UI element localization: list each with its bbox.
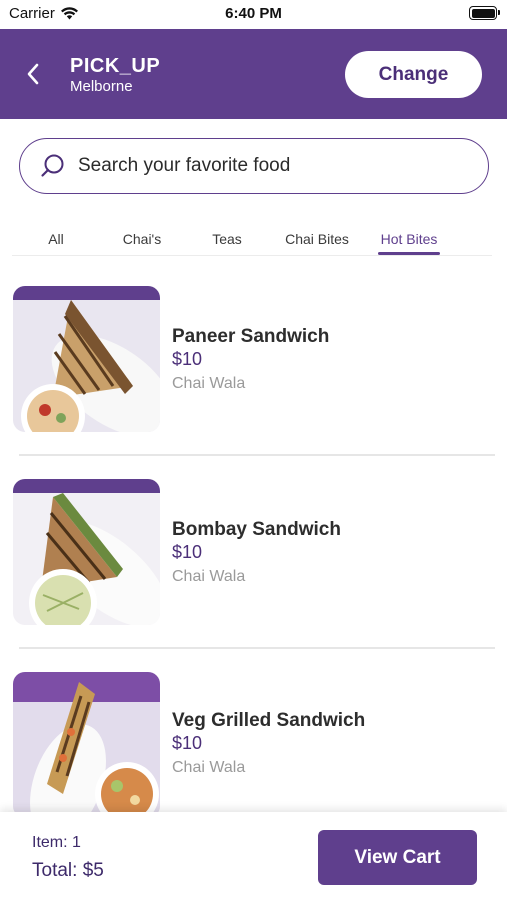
back-button[interactable] bbox=[18, 57, 48, 91]
cart-item-count: Item: 1 bbox=[32, 834, 81, 851]
status-time: 6:40 PM bbox=[225, 5, 282, 22]
food-image bbox=[13, 672, 160, 818]
item-name: Paneer Sandwich bbox=[172, 326, 330, 347]
food-image bbox=[13, 479, 160, 625]
chevron-left-icon bbox=[27, 63, 39, 85]
cart-bar: Item: 1 Total: $5 View Cart bbox=[0, 812, 507, 900]
view-cart-button[interactable]: View Cart bbox=[318, 830, 477, 885]
list-item[interactable]: Paneer Sandwich $10 Chai Wala bbox=[0, 286, 507, 434]
active-tab-indicator bbox=[378, 252, 440, 255]
tab-hot-bites[interactable]: Hot Bites bbox=[370, 231, 448, 247]
tab-all[interactable]: All bbox=[36, 231, 76, 247]
item-vendor: Chai Wala bbox=[172, 759, 246, 776]
item-vendor: Chai Wala bbox=[172, 568, 246, 585]
search-placeholder: Search your favorite food bbox=[78, 155, 291, 176]
item-price: $10 bbox=[172, 733, 203, 753]
header: PICK_UP Melborne Change bbox=[0, 29, 507, 119]
status-bar: Carrier 6:40 PM bbox=[0, 0, 507, 29]
cart-total: Total: $5 bbox=[32, 860, 104, 881]
order-type-title: PICK_UP bbox=[70, 55, 161, 77]
search-input[interactable]: Search your favorite food bbox=[19, 138, 489, 194]
change-button[interactable]: Change bbox=[345, 51, 482, 98]
tab-teas[interactable]: Teas bbox=[202, 231, 252, 247]
battery-icon bbox=[469, 6, 500, 20]
divider bbox=[19, 454, 495, 456]
item-price: $10 bbox=[172, 542, 203, 562]
list-item[interactable]: Veg Grilled Sandwich $10 Chai Wala bbox=[0, 672, 507, 820]
list-item[interactable]: Bombay Sandwich $10 Chai Wala bbox=[0, 479, 507, 627]
location-subtitle: Melborne bbox=[70, 78, 133, 95]
category-tabs: All Chai's Teas Chai Bites Hot Bites bbox=[12, 220, 492, 256]
food-image bbox=[13, 286, 160, 432]
divider bbox=[19, 647, 495, 649]
tab-chais[interactable]: Chai's bbox=[112, 231, 172, 247]
item-price: $10 bbox=[172, 349, 203, 369]
tab-chai-bites[interactable]: Chai Bites bbox=[278, 231, 356, 247]
item-name: Bombay Sandwich bbox=[172, 519, 341, 540]
search-icon bbox=[41, 154, 64, 177]
item-name: Veg Grilled Sandwich bbox=[172, 710, 366, 731]
item-vendor: Chai Wala bbox=[172, 375, 246, 392]
